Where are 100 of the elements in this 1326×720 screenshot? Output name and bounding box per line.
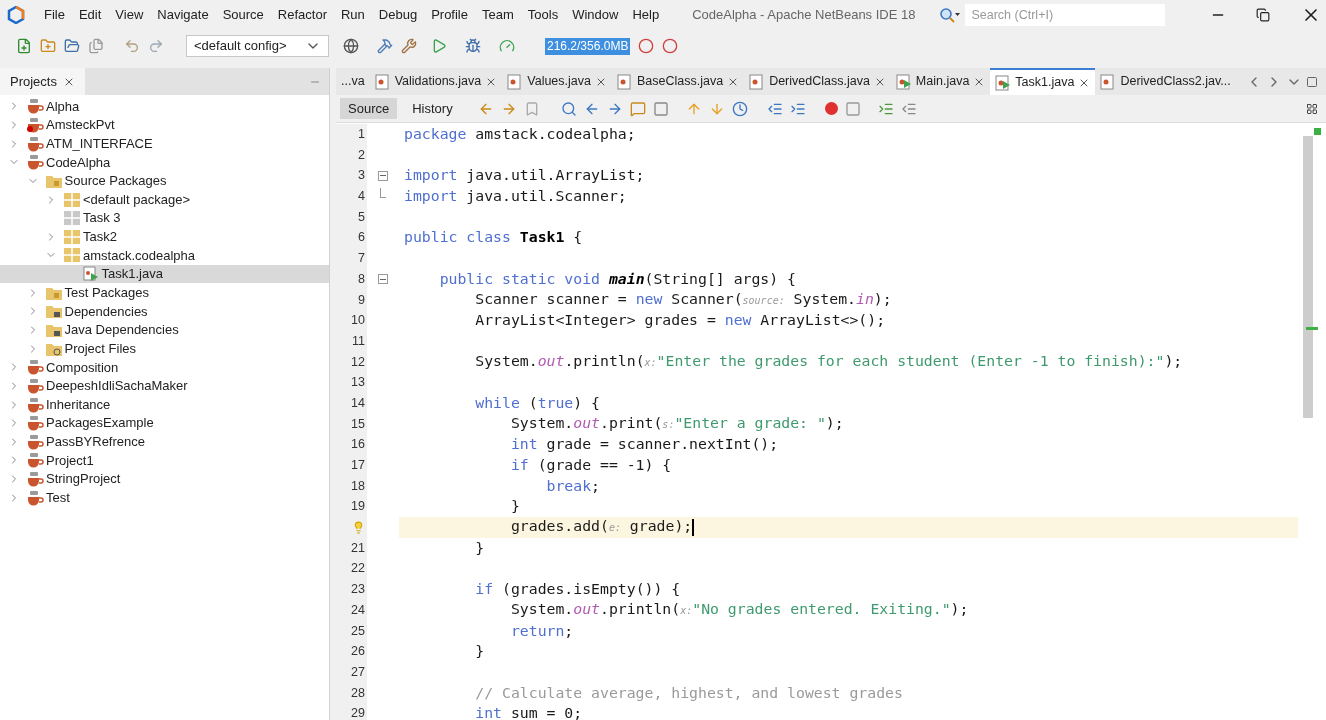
menu-item[interactable]: Team: [475, 5, 521, 25]
search-field[interactable]: Search (Ctrl+I): [965, 4, 1166, 26]
view-tab[interactable]: Source: [340, 98, 398, 119]
open-folder-icon[interactable]: [64, 38, 80, 54]
tree-item[interactable]: Task1.java: [0, 264, 329, 284]
menu-item[interactable]: Edit: [71, 5, 109, 25]
lightbulb-icon[interactable]: [352, 520, 365, 534]
java-file-icon: [507, 73, 524, 90]
scrollbar-thumb[interactable]: [1303, 136, 1313, 418]
tree-item[interactable]: Test: [0, 488, 329, 508]
editor-tab[interactable]: Values.java: [502, 68, 612, 95]
editor-tab[interactable]: Task1.java: [990, 68, 1096, 95]
coffee-cup-icon: [26, 116, 44, 133]
editor-tab[interactable]: DerivedClass.java: [744, 68, 891, 95]
line-number: 29: [351, 705, 365, 720]
files-icon[interactable]: [88, 38, 104, 54]
tree-item[interactable]: Composition: [0, 357, 329, 377]
new-file-icon[interactable]: [16, 38, 32, 54]
editor-tab[interactable]: ...va: [336, 68, 370, 95]
app-logo-icon: [7, 6, 25, 24]
history-icon[interactable]: [731, 100, 748, 117]
tree-item[interactable]: PassBYRefrence: [0, 432, 329, 452]
menu-item[interactable]: Refactor: [270, 5, 334, 25]
menu-item[interactable]: Window: [565, 5, 626, 25]
coffee-cup-icon: [26, 415, 44, 432]
tree-item[interactable]: Alpha: [0, 97, 329, 116]
line-number: 17: [351, 457, 365, 474]
debug-icon[interactable]: [465, 38, 481, 54]
tree-item[interactable]: Test Packages: [0, 283, 329, 303]
tree-item[interactable]: Dependencies: [0, 302, 329, 321]
menu-item[interactable]: File: [37, 5, 72, 25]
java-file-icon: [81, 266, 100, 283]
menu-item[interactable]: Help: [625, 5, 667, 25]
search-icon[interactable]: [939, 7, 962, 23]
tree-item[interactable]: amstack.codealpha: [0, 246, 329, 265]
tree-item[interactable]: ATM_INTERFACE: [0, 134, 329, 153]
tree-item[interactable]: PackagesExample: [0, 413, 329, 433]
select-icon[interactable]: [652, 100, 669, 117]
code-line: package amstack.codealpha;: [403, 124, 636, 144]
code-line: // Calculate average, highest, and lowest grades: [474, 682, 903, 703]
menu-item[interactable]: Tools: [520, 5, 566, 25]
code-line: grades.add(e: grade);: [509, 516, 693, 537]
menu-item[interactable]: Profile: [424, 5, 475, 25]
new-folder-icon[interactable]: [40, 38, 56, 54]
record-icon[interactable]: [824, 102, 838, 115]
stop-icon[interactable]: [844, 100, 861, 117]
code-line: }: [509, 496, 520, 517]
tree-item[interactable]: AmsteckPvt: [0, 115, 329, 135]
redo-icon[interactable]: [148, 38, 164, 54]
view-tab[interactable]: History: [404, 98, 461, 119]
menu-item[interactable]: Navigate: [150, 5, 216, 25]
line-number: 7: [358, 250, 365, 268]
coffee-cup-icon: [26, 433, 44, 450]
tree-item[interactable]: Task2: [0, 227, 329, 247]
editor-tab[interactable]: Validations.java: [369, 68, 503, 95]
globe-icon[interactable]: [343, 38, 359, 54]
fold-toggle[interactable]: [378, 274, 388, 285]
projects-tab[interactable]: Projects: [0, 68, 85, 95]
search-icon[interactable]: [560, 100, 577, 117]
line-number: 15: [351, 415, 365, 433]
coffee-cup-icon: [26, 471, 44, 488]
tree-item[interactable]: DeepeshIdliSachaMaker: [0, 376, 329, 396]
wrench-icon[interactable]: [401, 38, 417, 54]
line-number: 21: [351, 539, 365, 557]
maximize-icon[interactable]: [1306, 75, 1318, 88]
tree-item[interactable]: <default package>: [0, 190, 329, 209]
editor-tab[interactable]: Main.java: [890, 68, 991, 95]
tree-item[interactable]: Task 3: [0, 208, 329, 228]
menu-item[interactable]: Run: [333, 5, 372, 25]
line-number: 23: [351, 581, 365, 599]
hammer-icon[interactable]: [377, 38, 393, 54]
editor-tab[interactable]: BaseClass.java: [611, 68, 745, 95]
line-number: 3: [358, 167, 365, 185]
restore-icon[interactable]: [1256, 8, 1271, 22]
tree-item[interactable]: Project Files: [0, 339, 329, 358]
code-line: int grade = scanner.nextInt();: [509, 434, 779, 455]
line-number: 4: [358, 188, 365, 206]
code-line: System.out.print(s:"Enter a grade: ");: [509, 412, 844, 433]
editor-tab[interactable]: DerivedClass2.jav...: [1095, 68, 1236, 95]
fold-toggle[interactable]: [378, 170, 388, 181]
tree-item[interactable]: Project1: [0, 451, 329, 470]
config-dropdown[interactable]: <default config>: [186, 35, 329, 57]
tree-item[interactable]: Source Packages: [0, 171, 329, 191]
run-icon[interactable]: [431, 38, 447, 54]
tree-item[interactable]: CodeAlpha: [0, 152, 329, 172]
menu-item[interactable]: Debug: [371, 5, 425, 25]
tree-item[interactable]: Inheritance: [0, 395, 329, 414]
tree-item[interactable]: Java Dependencies: [0, 320, 329, 340]
coffee-cup-icon: [26, 359, 44, 376]
line-number: 8: [358, 270, 365, 288]
undo-icon[interactable]: [124, 38, 140, 54]
line-number: 13: [351, 374, 365, 392]
menu-item[interactable]: Source: [215, 5, 271, 25]
code-line: Scanner scanner = new Scanner(source: System.in);: [474, 288, 892, 309]
split-icon[interactable]: [1306, 102, 1318, 115]
profile-icon[interactable]: [499, 38, 515, 54]
code-line: if (grades.isEmpty()) {: [474, 579, 681, 600]
comment-icon[interactable]: [629, 100, 646, 117]
tree-item[interactable]: StringProject: [0, 469, 329, 489]
menu-item[interactable]: View: [108, 5, 151, 25]
